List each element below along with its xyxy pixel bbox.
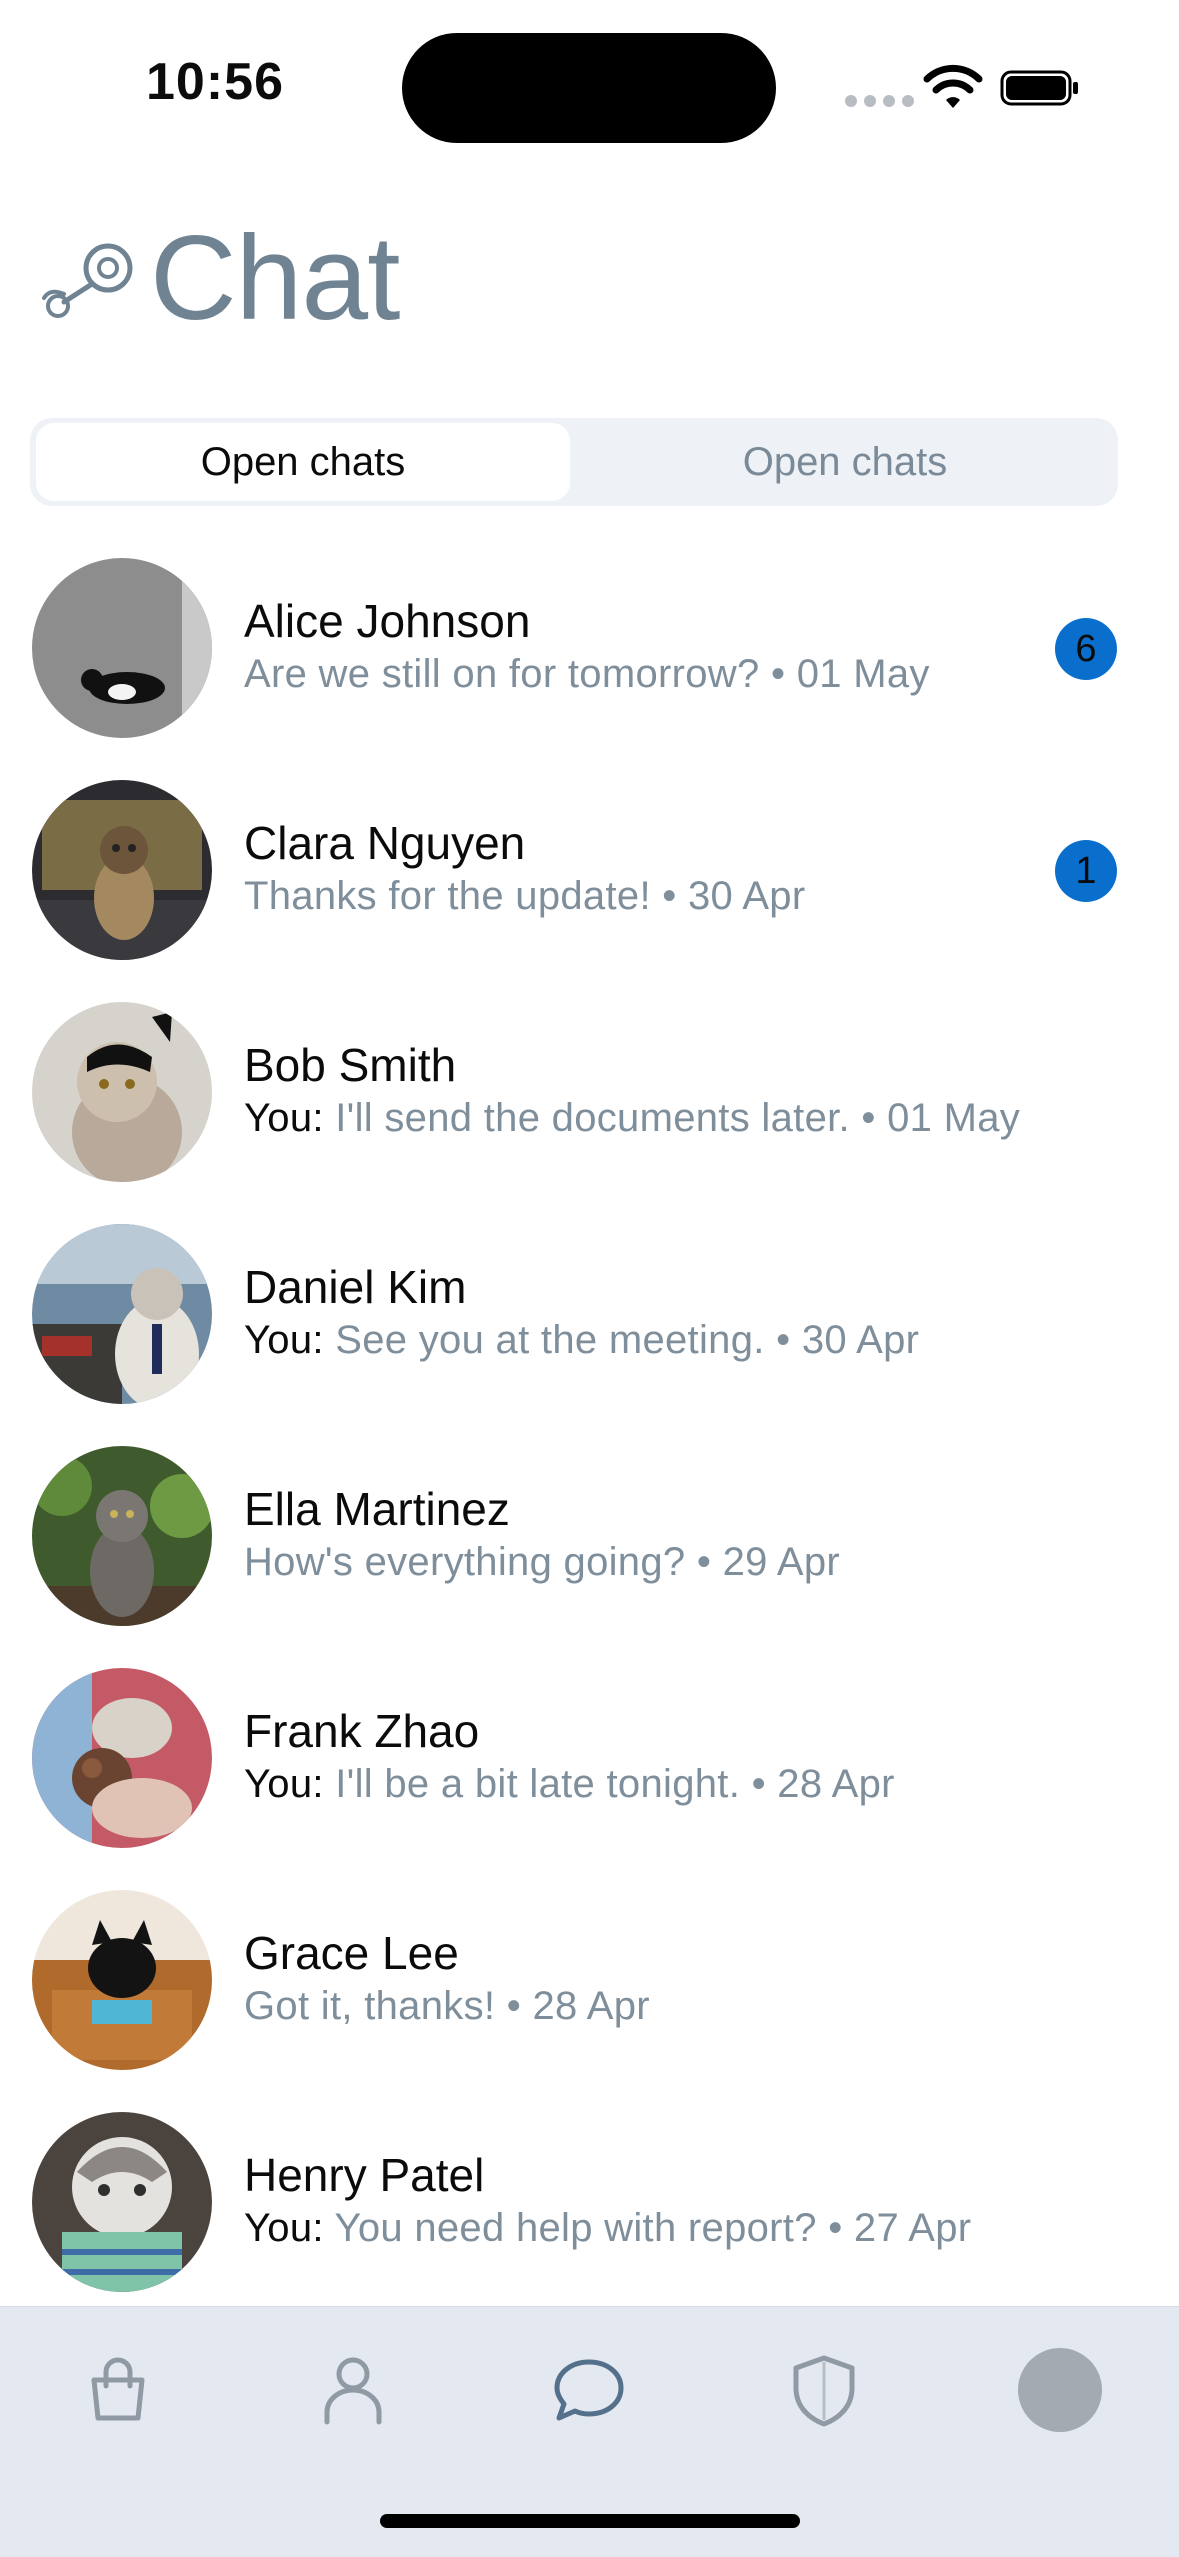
chat-row-grace-lee[interactable]: Grace Lee Got it, thanks! • 28 Apr (0, 1872, 1179, 2094)
status-time: 10:56 (146, 53, 284, 111)
avatar (32, 558, 212, 738)
message-date: 28 Apr (532, 1984, 650, 2028)
tab-contacts[interactable] (298, 2335, 408, 2445)
chat-preview: Got it, thanks! • 28 Apr (244, 1984, 650, 2029)
message-date: 01 May (796, 652, 930, 696)
you-prefix: You: (244, 1762, 324, 1806)
message-date: 01 May (887, 1096, 1021, 1140)
chat-name: Frank Zhao (244, 1705, 480, 1757)
page-title: Chat (150, 211, 400, 345)
chat-bubble-icon (554, 2359, 624, 2421)
chat-name: Henry Patel (244, 2149, 485, 2201)
tab-open-chats-active[interactable]: Open chats (36, 423, 570, 501)
chat-row-frank-zhao[interactable]: Frank Zhao You: I'll be a bit late tonig… (0, 1650, 1179, 1872)
last-message: See you at the meeting. (335, 1318, 765, 1362)
tab-profile[interactable] (1005, 2335, 1115, 2445)
last-message: How's everything going? (244, 1540, 686, 1584)
chat-row-daniel-kim[interactable]: Daniel Kim You: See you at the meeting. … (0, 1206, 1179, 1428)
separator-dot: • (662, 874, 677, 918)
message-date: 28 Apr (777, 1762, 895, 1806)
avatar (32, 1002, 212, 1182)
chat-row-alice-johnson[interactable]: Alice Johnson Are we still on for tomorr… (0, 540, 1179, 762)
separator-dot: • (776, 1318, 791, 1362)
chat-row-bob-smith[interactable]: Bob Smith You: I'll send the documents l… (0, 984, 1179, 1206)
chat-name: Ella Martinez (244, 1483, 510, 1535)
message-date: 30 Apr (801, 1318, 920, 1362)
message-date: 29 Apr (722, 1540, 841, 1584)
chat-row-henry-patel[interactable]: Henry Patel You: You need help with repo… (0, 2094, 1179, 2316)
chat-name: Daniel Kim (244, 1261, 467, 1313)
unread-count-badge: 1 (1055, 840, 1117, 902)
last-message: Thanks for the update! (244, 874, 651, 918)
unread-count-badge: 6 (1055, 618, 1117, 680)
message-date: 30 Apr (688, 874, 806, 918)
tab-shop[interactable] (63, 2335, 173, 2445)
chat-row-ella-martinez[interactable]: Ella Martinez How's everything going? • … (0, 1428, 1179, 1650)
tab-security[interactable] (769, 2335, 879, 2445)
shield-icon (793, 2355, 855, 2427)
you-prefix: You: (244, 1318, 324, 1362)
shopping-bag-icon (91, 2357, 145, 2421)
wifi-icon (923, 64, 983, 108)
chat-row-clara-nguyen[interactable]: Clara Nguyen Thanks for the update! • 30… (0, 762, 1179, 984)
you-prefix: You: (244, 2206, 324, 2250)
separator-dot: • (828, 2206, 843, 2250)
separator-dot: • (770, 652, 786, 696)
cellular-signal-icon (845, 95, 914, 107)
chat-list: Alice Johnson Are we still on for tomorr… (0, 540, 1179, 2316)
you-prefix: You: (244, 1096, 324, 1140)
separator-dot: • (696, 1540, 712, 1584)
chat-preview: You: I'll send the documents later. • 01… (244, 1096, 1020, 1141)
chat-name: Clara Nguyen (244, 817, 526, 869)
avatar (32, 1446, 212, 1626)
chat-preview: Are we still on for tomorrow? • 01 May (244, 652, 930, 697)
chat-preview: You: I'll be a bit late tonight. • 28 Ap… (244, 1762, 895, 1807)
battery-icon (1000, 70, 1078, 106)
profile-avatar-icon (1018, 2348, 1102, 2432)
last-message: You need help with report? (334, 2206, 817, 2250)
chat-preview: You: See you at the meeting. • 30 Apr (244, 1318, 919, 1363)
dynamic-island (402, 33, 776, 143)
chat-preview: You: You need help with report? • 27 Apr (244, 2206, 971, 2251)
avatar (32, 2112, 212, 2292)
chat-name: Alice Johnson (244, 595, 531, 647)
last-message: Are we still on for tomorrow? (244, 652, 760, 696)
home-indicator (380, 2514, 800, 2528)
message-date: 27 Apr (853, 2206, 972, 2250)
last-message: I'll send the documents later. (335, 1096, 850, 1140)
avatar (32, 1668, 212, 1848)
separator-dot: • (861, 1096, 876, 1140)
tab-chat[interactable] (534, 2335, 644, 2445)
avatar (32, 780, 212, 960)
last-message: I'll be a bit late tonight. (335, 1762, 741, 1806)
chat-name: Grace Lee (244, 1927, 459, 1979)
tab-open-chats-secondary[interactable]: Open chats (578, 423, 1112, 501)
avatar (32, 1890, 212, 2070)
person-icon (324, 2357, 382, 2425)
separator-dot: • (751, 1762, 766, 1806)
app-logo-icon (42, 243, 133, 318)
chat-preview: How's everything going? • 29 Apr (244, 1540, 840, 1585)
last-message: Got it, thanks! (244, 1984, 496, 2028)
separator-dot: • (506, 1984, 522, 2028)
chat-name: Bob Smith (244, 1039, 457, 1091)
avatar (32, 1224, 212, 1404)
chat-filter-segmented-control: Open chats Open chats (30, 418, 1118, 506)
chat-preview: Thanks for the update! • 30 Apr (244, 874, 805, 919)
